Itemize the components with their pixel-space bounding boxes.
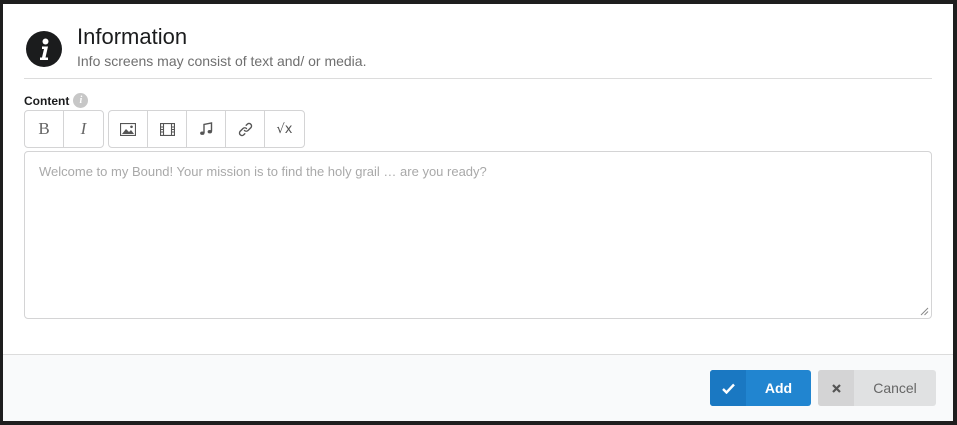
link-icon (238, 122, 252, 136)
modal-header: Information Info screens may consist of … (3, 4, 953, 79)
checkmark-icon (710, 370, 746, 406)
insert-link-button[interactable] (226, 111, 265, 147)
insert-group: √x (108, 110, 305, 148)
header-divider (24, 78, 932, 79)
information-modal: Information Info screens may consist of … (3, 4, 953, 421)
content-field-label: Content i (24, 93, 89, 108)
content-editor (24, 151, 932, 319)
insert-video-button[interactable] (148, 111, 187, 147)
insert-image-button[interactable] (109, 111, 148, 147)
video-icon (159, 122, 175, 136)
info-circle-icon (26, 31, 62, 67)
resize-handle-icon[interactable] (919, 306, 929, 316)
modal-footer: Add Cancel (3, 354, 953, 421)
close-icon (818, 370, 854, 406)
editor-toolbar: B I √x (24, 110, 305, 148)
add-button-label: Add (764, 380, 793, 396)
add-button[interactable]: Add (710, 370, 811, 406)
image-icon (120, 122, 136, 136)
content-label-text: Content (24, 93, 70, 108)
bold-button[interactable]: B (25, 111, 64, 147)
cancel-button-label: Cancel (873, 380, 917, 396)
text-format-group: B I (24, 110, 104, 148)
help-info-icon[interactable]: i (73, 93, 89, 108)
modal-subtitle: Info screens may consist of text and/ or… (77, 53, 367, 69)
insert-audio-button[interactable] (187, 111, 226, 147)
insert-formula-button[interactable]: √x (265, 111, 304, 147)
italic-button[interactable]: I (64, 111, 103, 147)
cancel-button[interactable]: Cancel (818, 370, 936, 406)
music-icon (200, 122, 213, 135)
content-textarea[interactable] (25, 152, 931, 318)
modal-title: Information (77, 24, 188, 49)
